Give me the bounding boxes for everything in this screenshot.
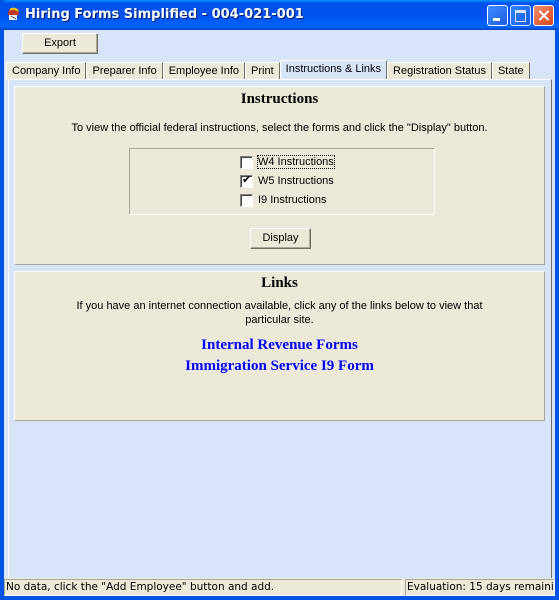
links-description-line1: If you have an internet connection avail… [76,300,483,312]
minimize-button[interactable] [487,5,508,26]
w4-checkbox[interactable] [240,155,253,169]
w5-checkbox-row[interactable]: W5 Instructions [240,173,334,189]
i9-checkbox[interactable] [240,193,253,207]
tab-employee-info[interactable]: Employee Info [162,62,246,80]
tab-instructions-links[interactable]: Instructions & Links [279,60,388,80]
title-bar[interactable]: Hiring Forms Simplified - 004-021-001 [0,0,559,30]
tab-panel: Instructions To view the official federa… [8,79,552,592]
tab-registration-status[interactable]: Registration Status [387,62,492,80]
w5-checkbox-label[interactable]: W5 Instructions [258,175,334,187]
close-button[interactable] [533,5,554,26]
instructions-description: To view the official federal instruction… [71,122,488,134]
irs-forms-link[interactable]: Internal Revenue Forms [15,337,544,354]
i9-checkbox-row[interactable]: I9 Instructions [240,192,326,208]
links-title: Links [261,275,298,291]
status-bar: No data, click the "Add Employee" button… [4,578,555,596]
status-message: No data, click the "Add Employee" button… [4,579,402,596]
helmet-app-icon [8,7,19,20]
immigration-i9-link[interactable]: Immigration Service I9 Form [15,358,544,375]
tab-state[interactable]: State [491,62,530,80]
evaluation-status: Evaluation: 15 days remaining. [405,579,555,596]
tab-print[interactable]: Print [245,62,280,80]
tab-strip: Company Info Preparer Info Employee Info… [6,60,530,80]
links-group: Links If you have an internet connection… [14,271,545,421]
i9-checkbox-label[interactable]: I9 Instructions [258,194,326,206]
display-button[interactable]: Display [250,228,311,249]
instructions-group: Instructions To view the official federa… [14,86,545,265]
window-title: Hiring Forms Simplified - 004-021-001 [25,7,304,22]
checkbox-frame: W4 Instructions W5 Instructions I9 Instr… [129,148,435,215]
links-description-line2: particular site. [245,314,314,326]
tab-company-info[interactable]: Company Info [6,62,87,80]
w4-checkbox-row[interactable]: W4 Instructions [240,154,335,170]
maximize-button[interactable] [510,5,531,26]
export-button[interactable]: Export [22,33,98,54]
app-window: Hiring Forms Simplified - 004-021-001 Ex… [0,0,559,600]
w4-checkbox-label[interactable]: W4 Instructions [257,155,335,169]
instructions-title: Instructions [240,91,319,107]
client-area: Export Company Info Preparer Info Employ… [4,30,555,596]
tab-preparer-info[interactable]: Preparer Info [86,62,163,80]
w5-checkbox[interactable] [240,173,253,188]
